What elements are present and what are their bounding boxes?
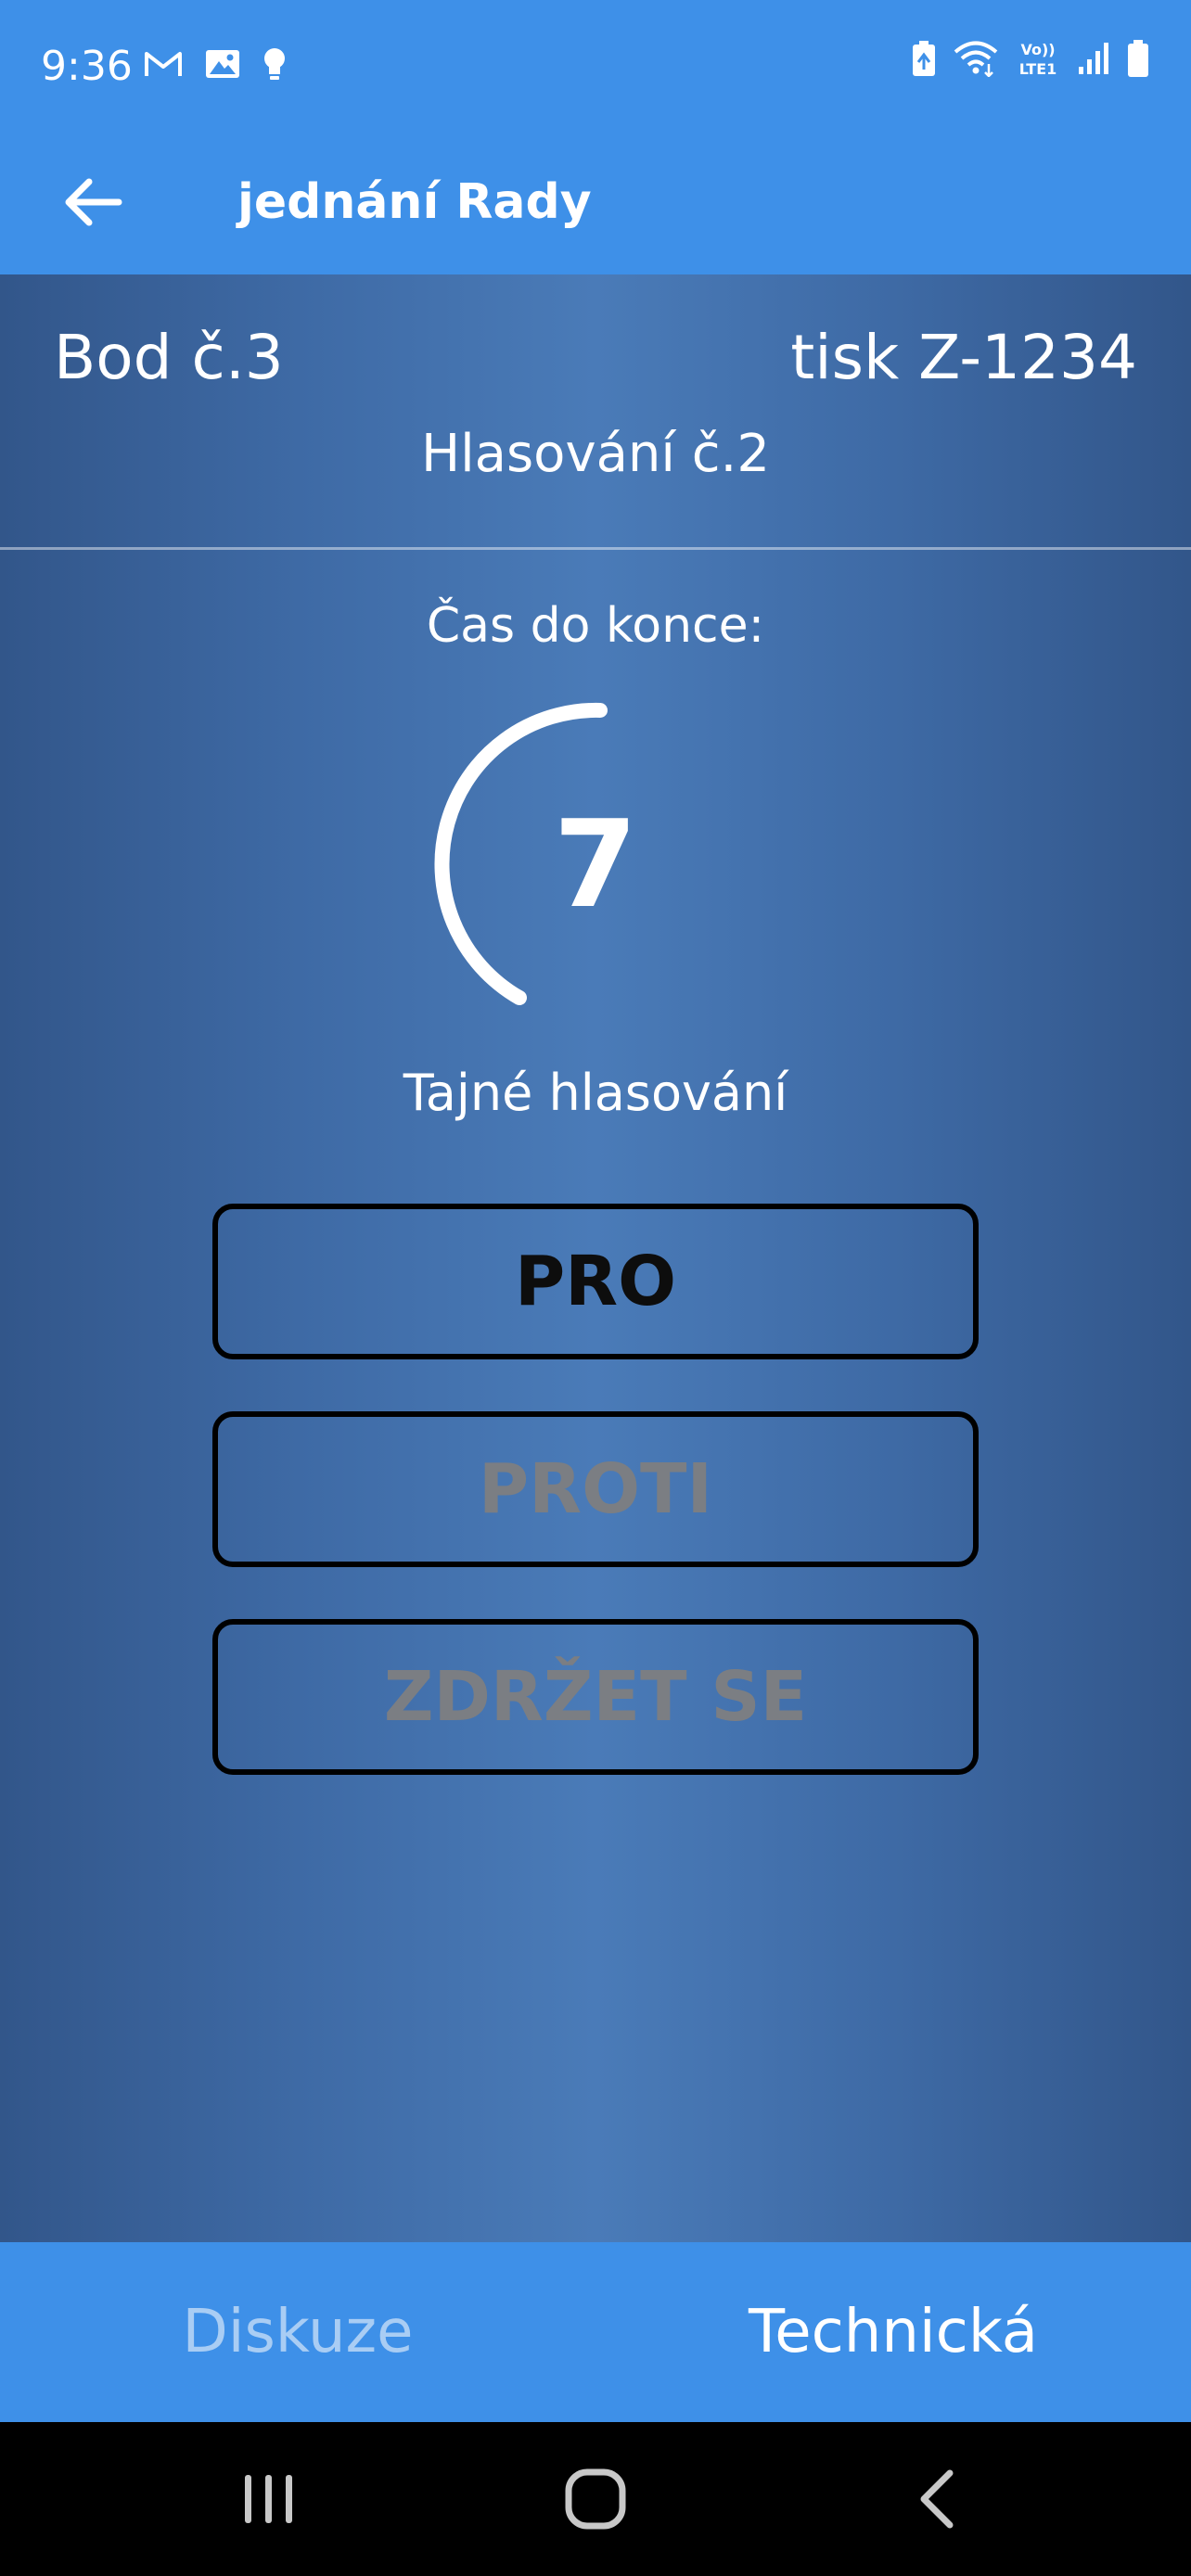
bottom-nav: Diskuze Technická xyxy=(0,2242,1191,2422)
tab-technicka[interactable]: Technická xyxy=(596,2242,1191,2422)
gallery-icon xyxy=(206,50,239,78)
back-button[interactable] xyxy=(46,156,139,249)
battery-saver-icon xyxy=(913,41,935,76)
recent-apps-icon xyxy=(245,2475,292,2523)
status-notification-icons xyxy=(143,46,288,82)
vote-type-label: Tajné hlasování xyxy=(403,1064,788,1122)
recent-apps-button[interactable] xyxy=(213,2448,325,2550)
signal-icon xyxy=(1079,43,1108,74)
wifi-icon xyxy=(954,41,998,77)
bulb-icon xyxy=(264,48,285,80)
system-back-button[interactable] xyxy=(881,2448,992,2550)
page-title: jednání Rady xyxy=(237,174,592,230)
battery-icon xyxy=(1128,40,1148,77)
timer-label: Čas do konce: xyxy=(426,598,765,654)
volte-text-top: Vo)) xyxy=(1020,41,1055,58)
agenda-item-label: Bod č.3 xyxy=(54,322,284,393)
tab-diskuze[interactable]: Diskuze xyxy=(0,2242,596,2422)
status-time: 9:36 xyxy=(41,43,133,90)
divider xyxy=(0,547,1191,550)
voting-panel: Bod č.3 tisk Z-1234 Hlasování č.2 Čas do… xyxy=(0,274,1191,2242)
vote-abstain-button[interactable]: ZDRŽET SE xyxy=(212,1619,979,1775)
countdown-value: 7 xyxy=(553,794,638,935)
arrow-left-icon xyxy=(65,178,122,226)
print-number-label: tisk Z-1234 xyxy=(790,322,1137,393)
volte-text-bottom: LTE1 xyxy=(1019,60,1057,78)
app-bar: jednání Rady xyxy=(0,130,1191,274)
system-nav-bar xyxy=(0,2422,1191,2576)
vote-number-label: Hlasování č.2 xyxy=(421,424,770,484)
home-button[interactable] xyxy=(540,2448,651,2550)
volte-icon: Vo)) LTE1 xyxy=(1019,41,1057,78)
status-bar: 9:36 Vo)) LTE1 xyxy=(0,0,1191,130)
vote-proti-button[interactable]: PROTI xyxy=(212,1411,979,1567)
back-icon xyxy=(920,2469,954,2529)
home-icon xyxy=(565,2468,626,2530)
status-system-icons: Vo)) LTE1 xyxy=(911,39,1150,78)
vote-pro-button[interactable]: PRO xyxy=(212,1204,979,1359)
gmail-icon xyxy=(145,52,182,76)
